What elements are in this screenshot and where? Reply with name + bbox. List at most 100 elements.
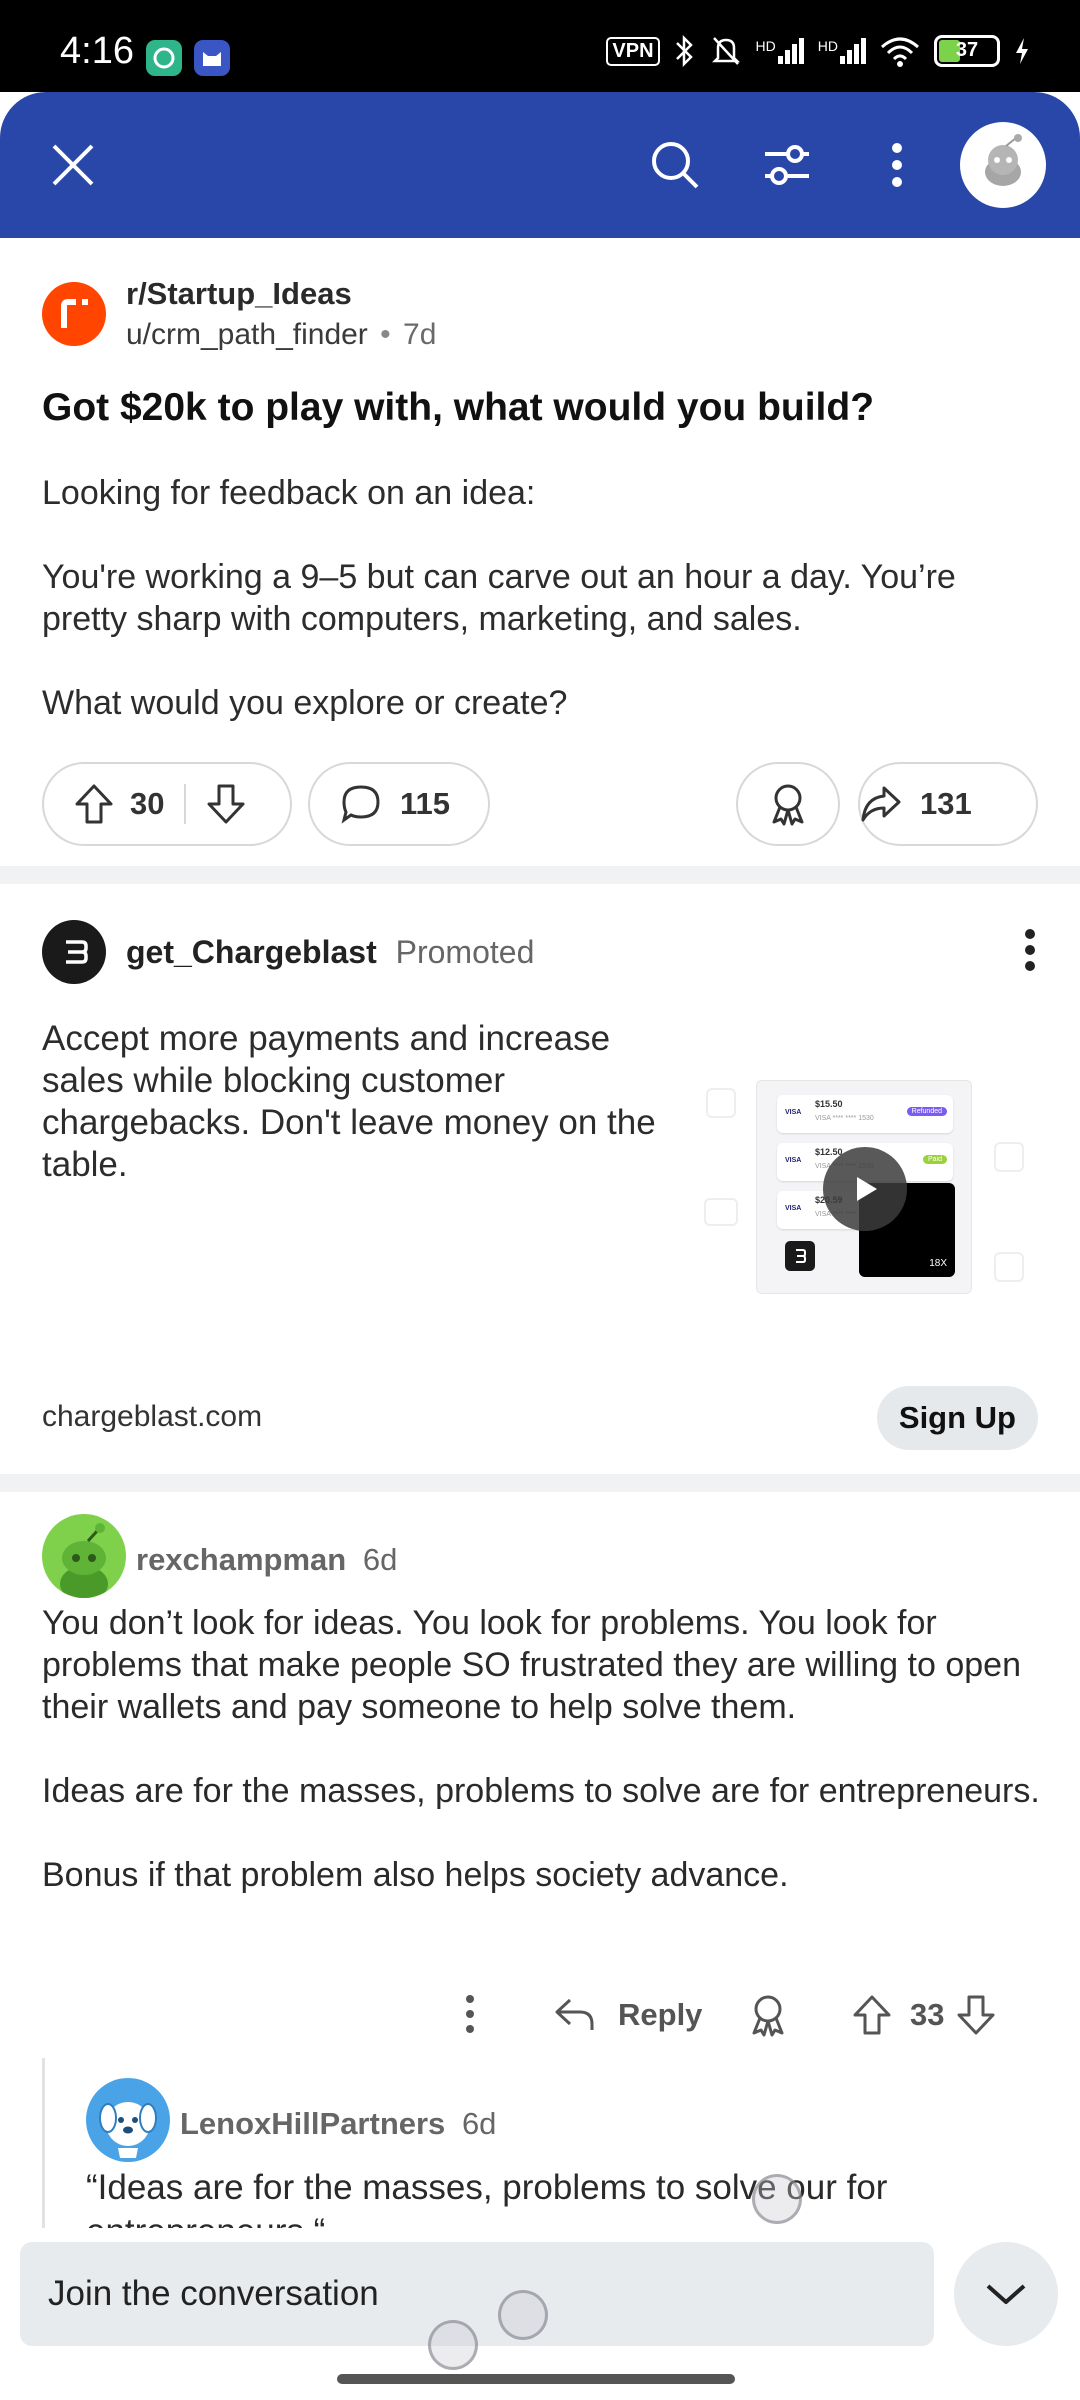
ad-image: VISA $15.50 VISA **** **** 1530 Refunded… (756, 1080, 972, 1294)
battery-icon: 37 (934, 35, 1000, 67)
upvote-button[interactable] (74, 783, 114, 825)
decor-square-icon (994, 1142, 1024, 1172)
join-conversation-input[interactable]: Join the conversation (20, 2242, 934, 2346)
ad-transaction-row: VISA $15.50 VISA **** **** 1530 Refunded (777, 1095, 953, 1133)
battery-level: 37 (955, 39, 979, 61)
vote-divider (184, 784, 187, 824)
vote-pill: 30 (42, 762, 292, 846)
app-header (0, 92, 1080, 238)
ad-text: Accept more payments and increase sales … (42, 1019, 656, 1184)
touch-indicator (428, 2320, 478, 2370)
touch-indicator (752, 2174, 802, 2224)
section-divider (0, 866, 1080, 884)
comment-bubble-icon (341, 785, 380, 824)
comment-meta: rexchampman 6d (136, 1542, 397, 1578)
signal-1-icon: HD (756, 38, 804, 64)
gesture-home-bar[interactable] (337, 2374, 735, 2384)
sync-app-icon (146, 40, 182, 76)
sign-up-button[interactable]: Sign Up (876, 1386, 1038, 1450)
more-vert-icon (466, 1995, 474, 2033)
transaction-tag: Refunded (906, 1107, 947, 1116)
advertiser-header: get_Chargeblast Promoted (126, 934, 534, 971)
award-button[interactable] (736, 762, 840, 846)
vpn-badge: VPN (606, 36, 660, 66)
share-count: 131 (920, 786, 972, 821)
ad-more-button[interactable] (1010, 928, 1050, 974)
upvote-arrow-icon (75, 784, 113, 824)
visa-logo: VISA (785, 1157, 802, 1164)
comment-downvote-button[interactable] (956, 1994, 996, 2036)
comment-vote-count: 33 (910, 1997, 945, 2032)
advertiser-name[interactable]: get_Chargeblast (126, 934, 377, 970)
vote-count: 30 (130, 786, 165, 821)
thread-line[interactable] (42, 2058, 45, 2230)
meta-separator: • (380, 318, 391, 351)
commenter-avatar[interactable] (42, 1514, 126, 1598)
chargeblast-mini-logo (785, 1241, 815, 1271)
post-meta: u/crm_path_finder • 7d (126, 318, 436, 352)
reply-label: Reply (618, 1997, 703, 2032)
signal-2-icon: HD (818, 38, 866, 64)
more-vert-icon (892, 143, 902, 187)
post-age: 7d (403, 318, 437, 351)
comment-paragraph: Bonus if that problem also helps society… (42, 1856, 789, 1894)
speed-badge: 18X (929, 1258, 947, 1269)
play-button[interactable] (823, 1147, 907, 1231)
ad-domain[interactable]: chargeblast.com (42, 1400, 262, 1434)
post-title: Got $20k to play with, what would you bu… (42, 386, 875, 429)
play-icon (857, 1177, 877, 1201)
dog-avatar-icon (99, 2102, 157, 2158)
comment-upvote-button[interactable] (852, 1994, 892, 2036)
search-button[interactable] (642, 132, 708, 198)
close-button[interactable] (40, 132, 106, 198)
share-button[interactable]: 131 (858, 762, 1038, 846)
post-body-paragraph: What would you explore or create? (42, 684, 568, 722)
filter-icon (765, 145, 809, 185)
post-author[interactable]: u/crm_path_finder (126, 318, 368, 351)
reply-author[interactable]: LenoxHillPartners (180, 2106, 445, 2141)
network-type-2: HD (817, 38, 838, 54)
award-icon (772, 784, 804, 826)
profile-avatar[interactable] (960, 122, 1046, 208)
snoo-avatar-icon (985, 134, 1022, 186)
subreddit-name[interactable]: r/Startup_Ideas (126, 276, 352, 312)
more-options-button[interactable] (864, 132, 930, 198)
award-icon (752, 1995, 784, 2037)
collapse-button[interactable] (954, 2242, 1058, 2346)
filter-button[interactable] (754, 132, 820, 198)
advertiser-icon[interactable] (42, 920, 106, 984)
close-icon (52, 144, 94, 186)
comment-count: 115 (400, 786, 451, 821)
comment-award-button[interactable] (748, 1980, 788, 2050)
status-bar: 4:16 VPN HD HD 37 (0, 0, 1080, 92)
transaction-card: VISA **** **** 1530 (815, 1115, 874, 1122)
comment-author[interactable]: rexchampman (136, 1542, 346, 1577)
post-body-paragraph: You're working a 9–5 but can carve out a… (42, 558, 956, 638)
cat-app-icon (194, 40, 230, 76)
reply-author-avatar[interactable] (86, 2078, 170, 2162)
comment-paragraph: You don’t look for ideas. You look for p… (42, 1604, 1021, 1726)
status-time: 4:16 (60, 30, 134, 72)
visa-logo: VISA (785, 1109, 802, 1116)
reply-button[interactable]: Reply (554, 1980, 702, 2050)
subreddit-icon[interactable] (42, 282, 106, 346)
promoted-label: Promoted (395, 934, 535, 970)
comment-more-button[interactable] (452, 1994, 488, 2038)
status-indicators: VPN HD HD 37 (606, 34, 1030, 68)
silent-bell-icon (711, 37, 740, 65)
bluetooth-icon (675, 34, 693, 68)
post-body: Looking for feedback on an idea: You're … (42, 472, 1042, 766)
decor-square-icon (994, 1252, 1024, 1282)
transaction-amount: $15.50 (815, 1099, 843, 1109)
share-arrow-icon (861, 786, 901, 822)
more-vert-icon (1025, 929, 1035, 971)
comment-paragraph: Ideas are for the masses, problems to so… (42, 1772, 1040, 1810)
downvote-arrow-icon (207, 784, 245, 824)
downvote-button[interactable] (206, 783, 246, 825)
snoo-avatar-icon (60, 1523, 108, 1598)
comments-button[interactable]: 115 (308, 762, 490, 846)
network-type-1: HD (755, 38, 776, 54)
comment-vote-group: 33 (852, 1980, 996, 2050)
touch-indicator (498, 2290, 548, 2340)
wifi-icon (881, 37, 919, 67)
